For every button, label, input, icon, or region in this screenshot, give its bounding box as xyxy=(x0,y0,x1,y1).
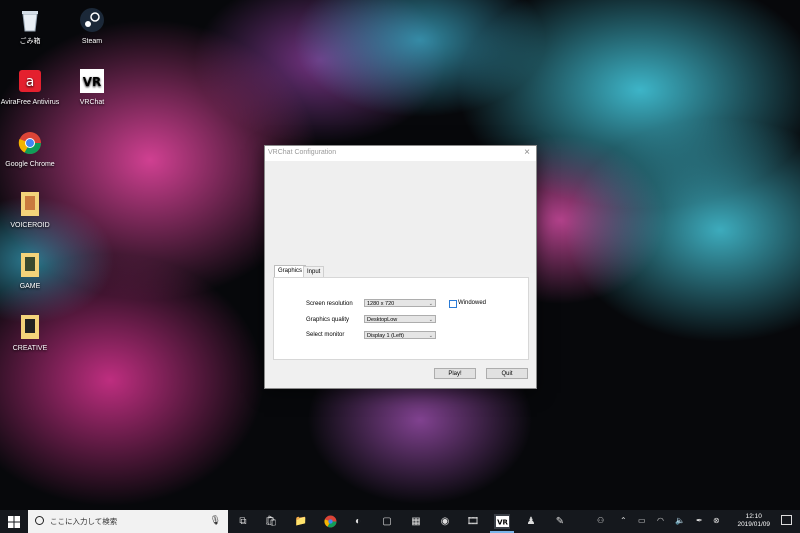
taskbar-clock[interactable]: 12:10 2019/01/09 xyxy=(737,513,770,529)
desktop-icon-label: CREATIVE xyxy=(12,345,48,352)
desktop-icon-label: GAME xyxy=(19,283,41,290)
app-icon[interactable]: ✎ xyxy=(552,514,568,529)
vrchat-icon: VR xyxy=(495,516,509,527)
ime-icon[interactable]: ⊗ xyxy=(713,516,720,525)
desktop-icon-recycle-bin[interactable]: ごみ箱 xyxy=(0,5,60,46)
play-button[interactable]: Play! xyxy=(434,368,476,379)
taskbar-search[interactable]: ここに入力して検索 🎙 xyxy=(28,510,228,533)
windows-icon xyxy=(8,515,20,528)
svg-text:a: a xyxy=(26,74,35,90)
desktop-icon-label: Google Chrome xyxy=(5,161,55,168)
vrchat-icon: VR xyxy=(77,66,107,96)
chevron-up-icon[interactable]: ⌃ xyxy=(620,516,627,525)
select-monitor-value: Display 1 (Left) xyxy=(367,333,404,339)
vrchat-taskbar-button[interactable]: VR xyxy=(490,514,514,533)
notification-icon[interactable] xyxy=(781,515,792,525)
file-explorer-icon[interactable]: 📁 xyxy=(293,514,309,529)
chevron-down-icon: ⌄ xyxy=(428,333,433,339)
svg-text:VR: VR xyxy=(83,75,102,89)
desktop-icon-avira[interactable]: a AviraFree Antivirus xyxy=(0,66,60,107)
screen-resolution-value: 1280 x 720 xyxy=(367,301,395,307)
folder-icon xyxy=(15,250,45,280)
app-icon[interactable]: ▢ xyxy=(379,514,395,529)
taskbar: ここに入力して検索 🎙 ⧉ 🛍 📁 ◐ ▢ ▦ ◉ 🎞 VR ♟ ✎ ⚇ ⌃ ▭… xyxy=(0,510,800,533)
chevron-down-icon: ⌄ xyxy=(428,301,433,307)
desktop-icon-label: AviraFree Antivirus xyxy=(0,99,60,106)
pen-icon[interactable]: ✒ xyxy=(696,516,703,525)
steam-icon xyxy=(77,5,107,35)
microphone-icon[interactable]: 🎙 xyxy=(210,515,221,526)
graphics-quality-select[interactable]: DesktopLow ⌄ xyxy=(364,315,436,323)
dialog-titlebar[interactable]: VRChat Configuration × xyxy=(265,146,536,161)
close-icon[interactable]: × xyxy=(524,147,530,158)
desktop-icon-game[interactable]: GAME xyxy=(0,250,60,291)
dialog-banner xyxy=(265,161,536,273)
search-icon xyxy=(35,516,44,525)
start-button[interactable] xyxy=(0,510,28,533)
graphics-panel: Screen resolution 1280 x 720 ⌄ Windowed … xyxy=(273,277,529,360)
app-icon[interactable]: ◐ xyxy=(350,514,366,529)
svg-text:VR: VR xyxy=(497,519,508,527)
volume-icon[interactable]: 🔈 xyxy=(675,516,685,525)
app-icon[interactable]: ◉ xyxy=(437,514,453,529)
desktop-icon-label: ごみ箱 xyxy=(19,38,41,45)
task-view-icon[interactable]: ⧉ xyxy=(235,514,251,529)
clock-date: 2019/01/09 xyxy=(737,521,770,528)
app-icon[interactable]: ▦ xyxy=(408,514,424,529)
recycle-bin-icon xyxy=(15,5,45,35)
windowed-label: Windowed xyxy=(458,300,487,306)
desktop-icon-vrchat[interactable]: VR VRChat xyxy=(62,66,122,107)
windowed-checkbox[interactable] xyxy=(449,300,457,308)
folder-icon xyxy=(15,312,45,342)
app-icon[interactable]: ♟ xyxy=(523,514,539,529)
folder-icon xyxy=(15,189,45,219)
graphics-quality-label: Graphics quality xyxy=(306,317,350,323)
select-monitor-label: Select monitor xyxy=(306,332,345,338)
chevron-down-icon: ⌄ xyxy=(428,317,433,323)
screen-resolution-label: Screen resolution xyxy=(306,301,353,307)
graphics-quality-value: DesktopLow xyxy=(367,317,398,323)
battery-icon[interactable]: ▭ xyxy=(638,516,646,525)
desktop-icon-voiceroid[interactable]: VOICEROID xyxy=(0,189,60,230)
dialog-title: VRChat Configuration xyxy=(268,149,337,156)
screen-resolution-select[interactable]: 1280 x 720 ⌄ xyxy=(364,299,436,307)
search-placeholder: ここに入力して検索 xyxy=(50,517,118,526)
chrome-icon[interactable] xyxy=(322,514,338,529)
desktop-icon-steam[interactable]: Steam xyxy=(62,5,122,46)
avira-icon: a xyxy=(15,66,45,96)
desktop-icon-label: VRChat xyxy=(79,99,105,106)
desktop-icon-creative[interactable]: CREATIVE xyxy=(0,312,60,353)
store-icon[interactable]: 🛍 xyxy=(263,514,279,529)
wifi-icon[interactable]: ◠ xyxy=(657,516,664,525)
desktop-icon-label: VOICEROID xyxy=(10,222,50,229)
chrome-icon xyxy=(15,128,45,158)
vrchat-config-dialog: VRChat Configuration × Graphics Input Sc… xyxy=(264,145,537,389)
desktop-icon-label: Steam xyxy=(81,38,103,45)
people-icon[interactable]: ⚇ xyxy=(597,516,604,525)
desktop-icon-chrome[interactable]: Google Chrome xyxy=(0,128,60,169)
film-icon[interactable]: 🎞 xyxy=(465,514,481,529)
clock-time: 12:10 xyxy=(745,513,762,520)
select-monitor-select[interactable]: Display 1 (Left) ⌄ xyxy=(364,331,436,339)
quit-button[interactable]: Quit xyxy=(486,368,528,379)
